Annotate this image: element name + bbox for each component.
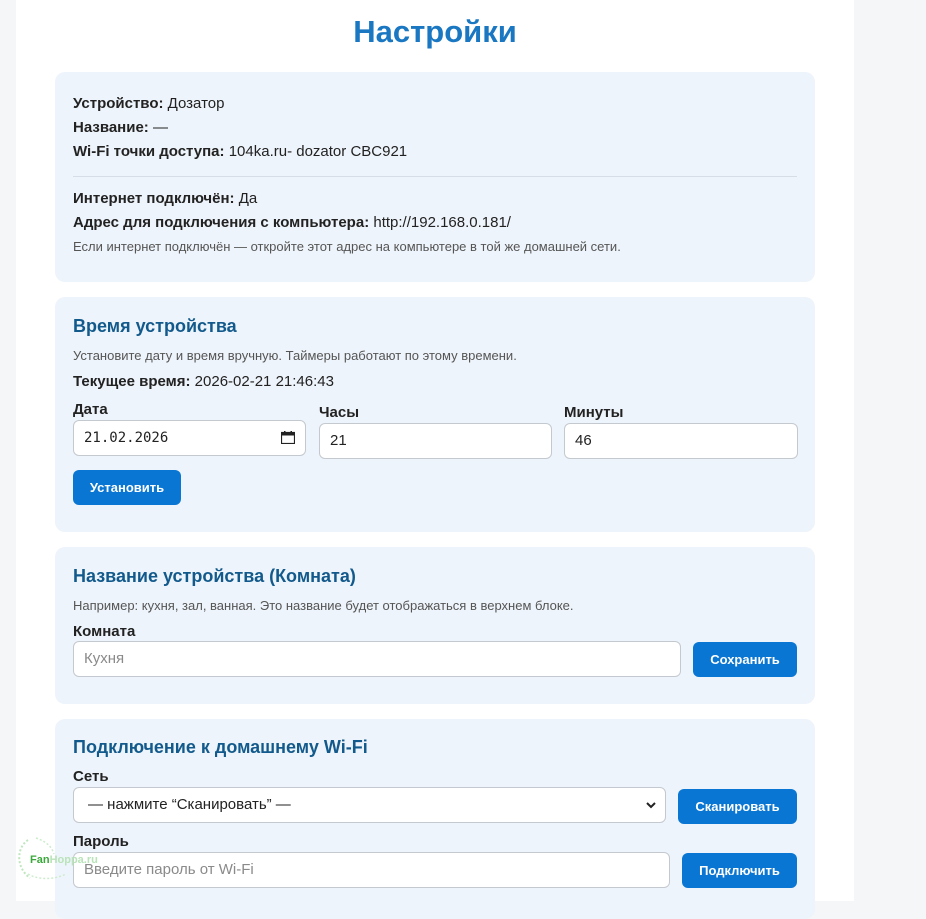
address-row: Адрес для подключения с компьютера: http… xyxy=(73,214,511,231)
network-select[interactable]: — нажмите “Сканировать” — xyxy=(73,787,666,823)
wifi-title: Подключение к домашнему Wi-Fi xyxy=(73,737,368,757)
network-label: Сеть xyxy=(73,768,109,785)
room-input[interactable]: Кухня xyxy=(73,641,681,677)
wifi-card: Подключение к домашнему Wi-Fi Сеть — наж… xyxy=(55,719,815,919)
date-value: 21.02.2026 xyxy=(84,430,169,446)
address-value: http://192.168.0.181/ xyxy=(373,214,511,231)
save-room-button[interactable]: Сохранить xyxy=(693,642,797,677)
hours-input[interactable]: 21 xyxy=(319,423,552,459)
date-input[interactable]: 21.02.2026 xyxy=(73,420,306,456)
room-name-hint: Например: кухня, зал, ванная. Это назван… xyxy=(73,598,574,613)
address-hint: Если интернет подключён — откройте этот … xyxy=(73,239,621,254)
device-info-card: Устройство: Дозатор Название: — Wi-Fi то… xyxy=(55,72,815,282)
access-point-label: Wi-Fi точки доступа: xyxy=(73,143,225,160)
device-name-row: Название: — xyxy=(73,119,168,136)
scan-button[interactable]: Сканировать xyxy=(678,789,797,824)
room-name-title: Название устройства (Комната) xyxy=(73,566,356,586)
device-type-label: Устройство: xyxy=(73,95,164,112)
current-time-value: 2026-02-21 21:46:43 xyxy=(194,373,334,390)
current-time-label: Текущее время: xyxy=(73,373,191,390)
chevron-down-icon xyxy=(646,802,656,809)
access-point-row: Wi-Fi точки доступа: 104ka.ru- dozator C… xyxy=(73,143,407,160)
device-time-hint: Установите дату и время вручную. Таймеры… xyxy=(73,348,517,363)
current-time-row: Текущее время: 2026-02-21 21:46:43 xyxy=(73,373,334,390)
access-point-value: 104ka.ru- dozator CBC921 xyxy=(228,143,408,160)
internet-status-value: Да xyxy=(238,190,258,207)
device-type-row: Устройство: Дозатор xyxy=(73,95,224,112)
address-label: Адрес для подключения с компьютера: xyxy=(73,214,370,231)
internet-status-row: Интернет подключён: Да xyxy=(73,190,257,207)
room-name-card: Название устройства (Комната) Например: … xyxy=(55,547,815,704)
hours-label: Часы xyxy=(319,404,360,421)
network-selected-value: — нажмите “Сканировать” — xyxy=(88,796,291,813)
watermark-text-a: Fan xyxy=(30,854,50,866)
watermark-logo: FanHoppa.ru xyxy=(14,834,98,882)
room-label: Комната xyxy=(73,623,136,640)
watermark-text: FanHoppa.ru xyxy=(30,854,98,866)
device-type-value: Дозатор xyxy=(167,95,225,112)
calendar-icon[interactable] xyxy=(281,431,295,444)
date-label: Дата xyxy=(73,401,108,418)
minutes-input[interactable]: 46 xyxy=(564,423,798,459)
device-name-value: — xyxy=(152,119,168,136)
minutes-label: Минуты xyxy=(564,404,624,421)
divider xyxy=(73,176,797,177)
device-name-label: Название: xyxy=(73,119,149,136)
password-input[interactable]: Введите пароль от Wi-Fi xyxy=(73,852,670,888)
internet-status-label: Интернет подключён: xyxy=(73,190,235,207)
watermark-text-b: Hoppa.ru xyxy=(49,854,98,866)
page-title: Настройки xyxy=(353,14,517,49)
device-time-card: Время устройства Установите дату и время… xyxy=(55,297,815,532)
device-time-title: Время устройства xyxy=(73,316,237,336)
connect-button[interactable]: Подключить xyxy=(682,853,797,888)
set-time-button[interactable]: Установить xyxy=(73,470,181,505)
settings-page: Настройки Устройство: Дозатор Название: … xyxy=(16,0,854,919)
